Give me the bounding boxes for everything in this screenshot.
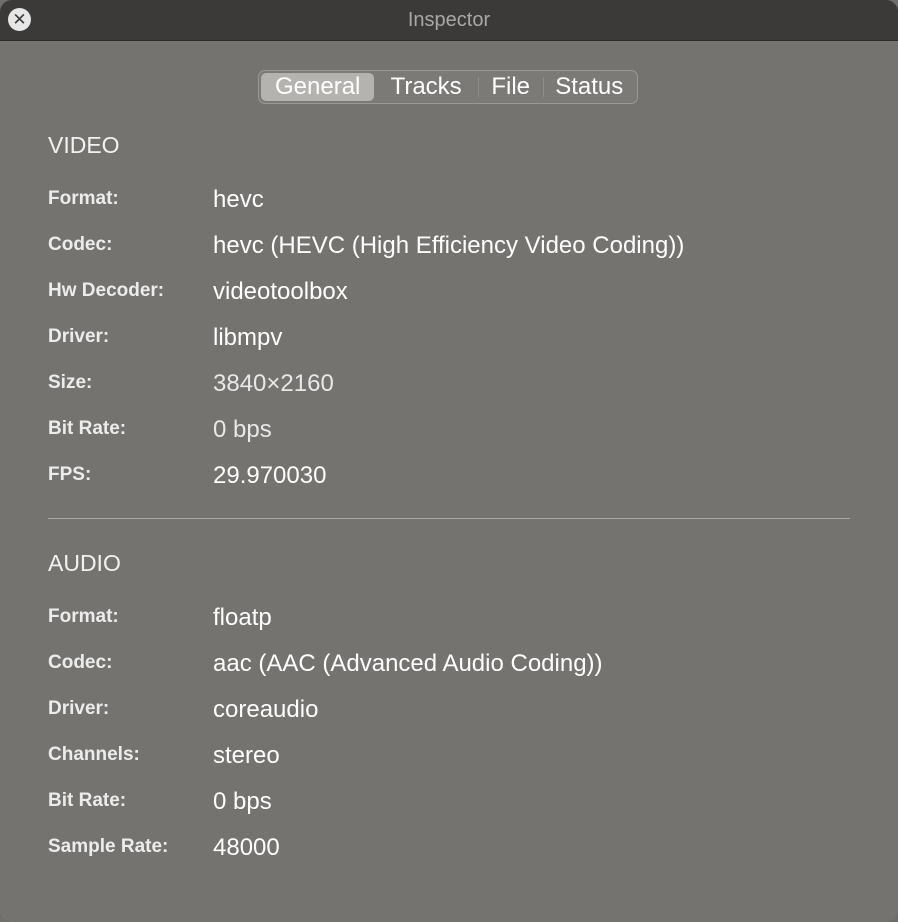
field-value: libmpv [213,324,283,351]
audio-channels-row: Channels: stereo [48,742,868,774]
field-label: Bit Rate: [48,790,127,811]
audio-format-row: Format: floatp [48,604,868,636]
video-size-row: Size: 3840×2160 [48,370,868,402]
video-codec-row: Codec: hevc (HEVC (High Efficiency Video… [48,232,868,264]
window-title: Inspector [407,9,491,31]
video-driver-row: Driver: libmpv [48,324,868,356]
audio-codec-row: Codec: aac (AAC (Advanced Audio Coding)) [48,650,868,682]
audio-section-title: AUDIO [48,550,121,576]
title-bar: ✕ Inspector [0,0,898,41]
field-value: 0 bps [213,416,272,443]
field-label: Hw Decoder: [48,280,165,301]
section-divider [48,518,850,519]
field-value: stereo [213,742,280,769]
field-label: Codec: [48,652,113,673]
video-fps-row: FPS: 29.970030 [48,462,868,494]
tab-status[interactable]: Status [544,73,636,101]
field-label: Format: [48,606,119,627]
field-value: coreaudio [213,696,319,723]
field-label: Driver: [48,326,110,347]
field-value: aac (AAC (Advanced Audio Coding)) [213,650,603,677]
field-value: hevc [213,186,264,213]
audio-bitrate-row: Bit Rate: 0 bps [48,788,868,820]
tab-file[interactable]: File [479,73,543,101]
field-label: Format: [48,188,119,209]
video-bitrate-row: Bit Rate: 0 bps [48,416,868,448]
audio-driver-row: Driver: coreaudio [48,696,868,728]
tab-general[interactable]: General [261,73,375,101]
field-value: floatp [213,604,272,631]
field-value: 0 bps [213,788,272,815]
field-label: Size: [48,372,93,393]
video-section-title: VIDEO [48,132,120,158]
inspector-window: ✕ Inspector General Tracks File Status V… [0,0,898,922]
field-value: 48000 [213,834,280,861]
field-value: 29.970030 [213,462,327,489]
field-label: Driver: [48,698,110,719]
field-value: videotoolbox [213,278,348,305]
audio-sample-rate-row: Sample Rate: 48000 [48,834,868,866]
tab-bar: General Tracks File Status [258,70,638,104]
tab-tracks[interactable]: Tracks [374,73,477,101]
field-value: hevc (HEVC (High Efficiency Video Coding… [213,232,685,259]
video-hw-decoder-row: Hw Decoder: videotoolbox [48,278,868,310]
field-label: FPS: [48,464,92,485]
field-label: Channels: [48,744,140,765]
field-label: Sample Rate: [48,836,169,857]
field-label: Codec: [48,234,113,255]
field-label: Bit Rate: [48,418,127,439]
video-format-row: Format: hevc [48,186,868,218]
field-value: 3840×2160 [213,370,334,397]
